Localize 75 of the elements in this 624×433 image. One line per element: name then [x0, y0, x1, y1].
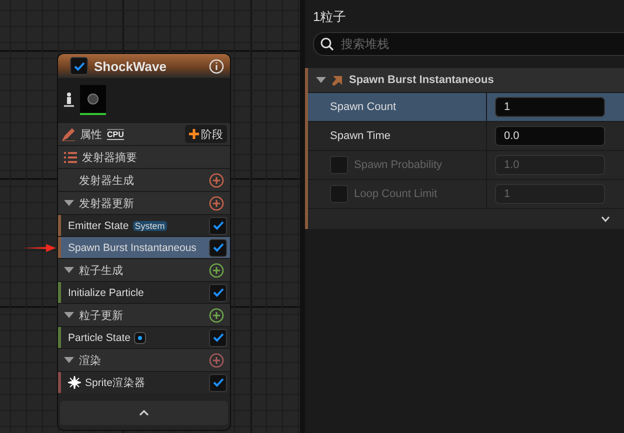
- enable-checkbox[interactable]: [70, 57, 88, 75]
- expand-arrow-icon[interactable]: [64, 200, 74, 206]
- module-checkbox[interactable]: [209, 216, 227, 234]
- add-icon[interactable]: [209, 196, 224, 210]
- property-label: Spawn Probability: [354, 159, 442, 171]
- add-icon[interactable]: [209, 308, 224, 322]
- category-label: 渲染: [79, 354, 101, 368]
- module-checkbox[interactable]: [209, 238, 227, 256]
- category-row[interactable]: 发射器生成: [58, 168, 230, 191]
- category-row[interactable]: 粒子更新: [58, 303, 230, 326]
- node-title: ShockWave: [94, 58, 168, 74]
- emitter-node[interactable]: ShockWave 属性 CPU 阶段 发射器摘要 发射器生成 发射器更新 Emitter State System Spawn Burst Instantaneous 粒子生成 Initialize Particle 粒子更新 Particle State 渲染 Sprite渲染器: [57, 53, 231, 431]
- person-icon[interactable]: [64, 92, 74, 108]
- burst-icon: [332, 74, 343, 86]
- module-row[interactable]: Spawn Burst Instantaneous: [58, 236, 230, 258]
- property-label: Spawn Time: [330, 130, 391, 142]
- sparkle-icon: [68, 376, 81, 389]
- properties-label[interactable]: 属性: [80, 126, 102, 142]
- search-field[interactable]: 搜索堆栈: [313, 32, 624, 56]
- property-label: Spawn Count: [330, 101, 396, 113]
- module-row[interactable]: Emitter State System: [58, 214, 230, 236]
- module-label: Sprite渲染器: [85, 376, 146, 390]
- summary-row[interactable]: 发射器摘要: [58, 145, 230, 168]
- list-icon: [64, 152, 77, 162]
- search-input[interactable]: 搜索堆栈: [339, 36, 624, 52]
- property-row[interactable]: Spawn Count 1: [308, 93, 624, 122]
- category-label: 粒子更新: [79, 308, 123, 322]
- expand-arrow-icon[interactable]: [64, 266, 74, 274]
- category-row[interactable]: 发射器更新: [58, 191, 230, 214]
- add-icon[interactable]: [209, 262, 224, 278]
- category-row[interactable]: 粒子生成: [58, 258, 230, 281]
- plus-icon: [189, 129, 199, 139]
- checkmark-icon: [212, 288, 224, 297]
- module-tag: System: [132, 220, 167, 230]
- expand-arrow-icon[interactable]: [316, 76, 326, 84]
- value-field[interactable]: 1: [495, 97, 605, 117]
- value-field[interactable]: 0.0: [495, 126, 605, 146]
- circle-icon: [87, 93, 99, 105]
- section-title: Spawn Burst Instantaneous: [349, 74, 494, 86]
- checkmark-icon: [212, 243, 224, 252]
- expand-arrow-icon[interactable]: [64, 356, 74, 364]
- module-label: Spawn Burst Instantaneous: [68, 242, 196, 254]
- module-label: Emitter State: [68, 220, 129, 232]
- category-row[interactable]: 渲染: [58, 348, 230, 371]
- module-row[interactable]: Particle State: [58, 326, 230, 348]
- module-checkbox[interactable]: [209, 284, 227, 302]
- add-icon[interactable]: [209, 352, 224, 368]
- module-checkbox[interactable]: [209, 374, 227, 392]
- section-header[interactable]: Spawn Burst Instantaneous: [308, 68, 624, 93]
- particle-count: 1粒子: [312, 8, 348, 26]
- checkmark-icon: [212, 378, 224, 387]
- summary-label: 发射器摘要: [82, 150, 137, 164]
- category-label: 发射器更新: [79, 196, 134, 210]
- category-label: 粒子生成: [79, 264, 123, 278]
- thumbnail-preview[interactable]: [80, 85, 106, 115]
- category-label: 发射器生成: [79, 174, 134, 188]
- property-row[interactable]: Spawn Time 0.0: [308, 122, 624, 151]
- expand-arrow-icon[interactable]: [64, 312, 74, 318]
- module-row[interactable]: Sprite渲染器: [58, 371, 230, 393]
- module-row[interactable]: Initialize Particle: [58, 281, 230, 303]
- pencil-icon: [62, 128, 75, 140]
- module-checkbox[interactable]: [209, 328, 227, 346]
- checkmark-icon: [212, 333, 224, 342]
- checkmark-icon: [212, 221, 224, 230]
- add-stage-button[interactable]: 阶段: [185, 125, 227, 143]
- info-icon[interactable]: [209, 58, 224, 74]
- search-icon: [320, 37, 334, 51]
- chevron-up-icon: [139, 410, 149, 416]
- module-label: Particle State: [68, 332, 130, 344]
- chevron-down-icon[interactable]: [601, 216, 610, 222]
- add-icon[interactable]: [209, 172, 224, 188]
- cpu-badge: CPU: [107, 128, 124, 140]
- checkmark-icon: [74, 62, 84, 70]
- module-label: Initialize Particle: [68, 286, 144, 298]
- property-label: Loop Count Limit: [354, 188, 438, 200]
